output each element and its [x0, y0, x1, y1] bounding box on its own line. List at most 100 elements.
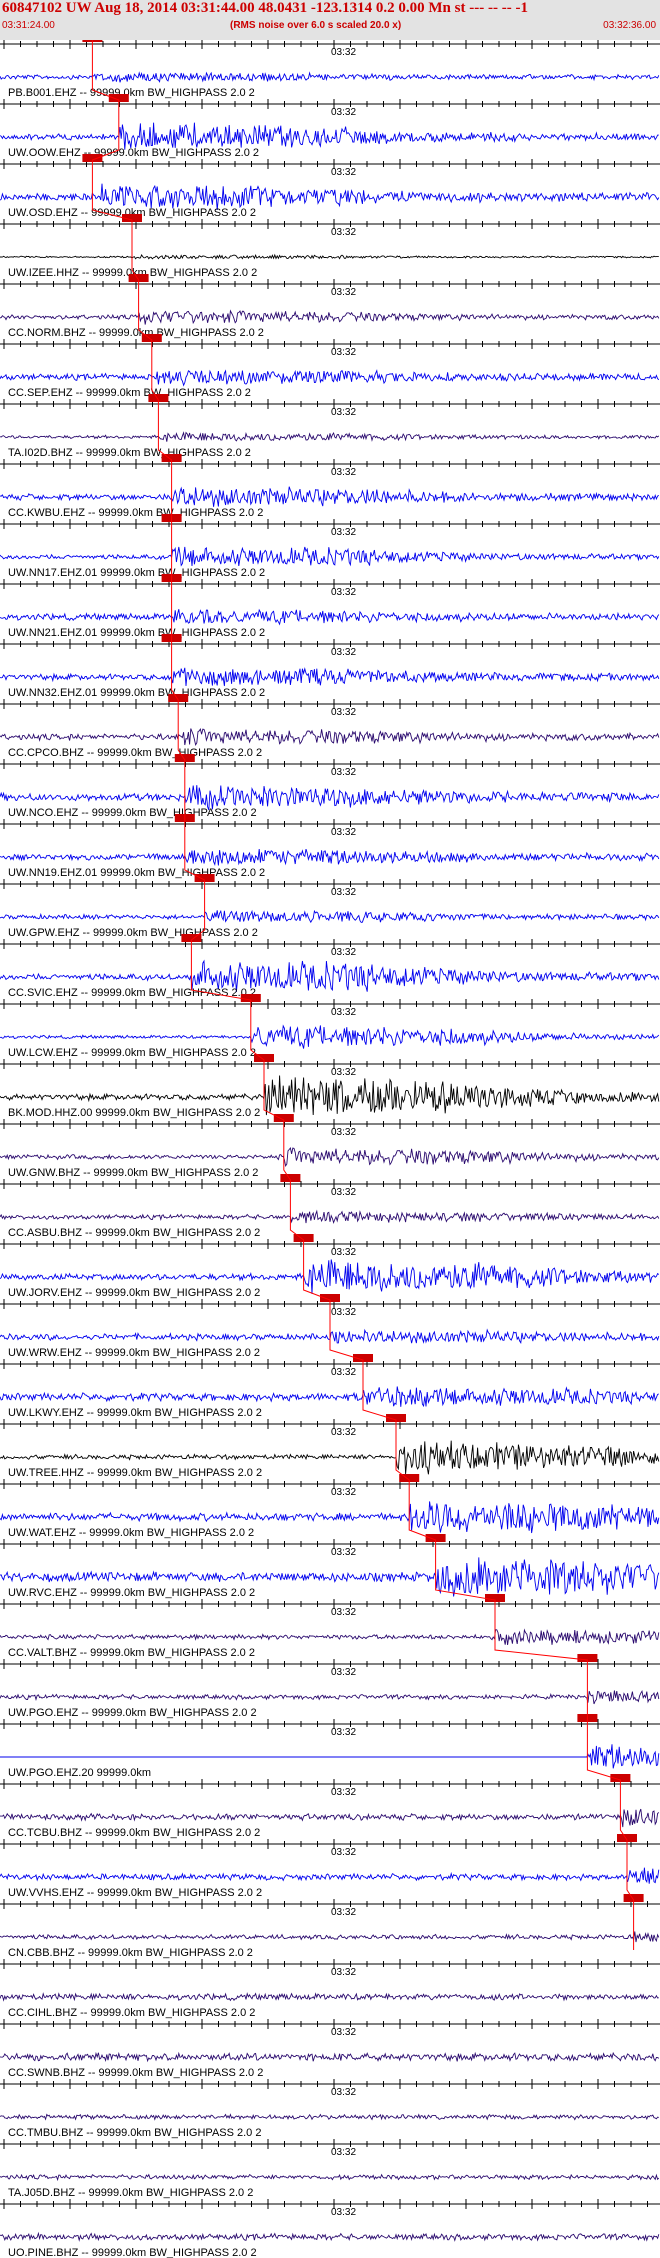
waveform — [0, 2051, 660, 2063]
scaling-note: (RMS noise over 6.0 s scaled 20.0 x) — [230, 20, 402, 31]
time-marker-label: 03:32 — [331, 1667, 356, 1678]
station-label: UO.PINE.BHZ -- 99999.0km BW_HIGHPASS 2.0… — [8, 2247, 257, 2258]
waveform — [0, 546, 660, 567]
trace-row: 03:32 CC.SWNB.BHZ -- 99999.0km BW_HIGHPAS… — [0, 2019, 660, 2079]
time-marker-label: 03:32 — [331, 167, 356, 178]
station-label: UW.NCO.EHZ -- 99999.0km BW_HIGHPASS 2.0 … — [8, 807, 257, 819]
waveform — [0, 1867, 660, 1884]
station-label: CC.KWBU.EHZ -- 99999.0km BW_HIGHPASS 2.0… — [8, 507, 263, 519]
time-marker-label: 03:32 — [331, 1307, 356, 1318]
trace-row: 03:32 UW.NN19.EHZ.01 99999.0km BW_HIGHPAS… — [0, 814, 660, 879]
trace-row: 03:32 UW.NN17.EHZ.01 99999.0km BW_HIGHPAS… — [0, 514, 660, 579]
station-label: UW.JORV.EHZ -- 99999.0km BW_HIGHPASS 2.0… — [8, 1287, 260, 1299]
waveform — [0, 727, 660, 746]
end-time-label: 03:32:36.00 — [603, 20, 656, 31]
waveform — [0, 608, 660, 626]
station-label: UW.RVC.EHZ -- 99999.0km BW_HIGHPASS 2.0 … — [8, 1587, 255, 1599]
trace-row: 03:32 UW.LKWY.EHZ -- 99999.0km BW_HIGHPAS… — [0, 1354, 660, 1419]
waveform — [0, 848, 660, 866]
trace-row: 03:32 CC.SEP.EHZ -- 99999.0km BW_HIGHPASS… — [0, 334, 660, 399]
trace-row: 03:32 BK.MOD.HHZ.00 99999.0km BW_HIGHPASS… — [0, 1054, 660, 1119]
seismogram-traces: 03:32 PB.B001.EHZ -- 99999.0km BW_HIGHPAS… — [0, 40, 660, 2258]
trace-row: 03:32 UW.RVC.EHZ -- 99999.0km BW_HIGHPASS… — [0, 1534, 660, 1599]
station-label: UW.LKWY.EHZ -- 99999.0km BW_HIGHPASS 2.0… — [8, 1407, 262, 1419]
waveform — [0, 909, 660, 924]
waveform — [0, 1628, 660, 1646]
trace-row: 03:32 UW.NCO.EHZ -- 99999.0km BW_HIGHPASS… — [0, 754, 660, 819]
station-label: UW.LCW.EHZ -- 99999.0km BW_HIGHPASS 2.0 … — [8, 1047, 256, 1059]
waveform — [0, 1209, 660, 1225]
time-marker-label: 03:32 — [331, 707, 356, 718]
station-label: UW.WRW.EHZ -- 99999.0km BW_HIGHPASS 2.0 … — [8, 1347, 260, 1359]
trace-row: 03:32 UW.JORV.EHZ -- 99999.0km BW_HIGHPAS… — [0, 1234, 660, 1299]
station-label: UW.WAT.EHZ -- 99999.0km BW_HIGHPASS 2.0 … — [8, 1527, 254, 1539]
station-label: CC.VALT.BHZ -- 99999.0km BW_HIGHPASS 2.0… — [8, 1647, 255, 1659]
trace-row: 03:32 CC.CIHL.BHZ -- 99999.0km BW_HIGHPAS… — [0, 1959, 660, 2019]
time-marker-label: 03:32 — [331, 527, 356, 538]
trace-row: 03:32 UW.GNW.BHZ -- 99999.0km BW_HIGHPASS… — [0, 1114, 660, 1179]
waveform — [0, 2231, 660, 2242]
station-label: PB.B001.EHZ -- 99999.0km BW_HIGHPASS 2.0… — [8, 87, 255, 99]
station-label: UW.NN32.EHZ.01 99999.0km BW_HIGHPASS 2.0… — [8, 687, 265, 699]
trace-row: 03:32 UW.GPW.EHZ -- 99999.0km BW_HIGHPASS… — [0, 874, 660, 939]
time-marker-label: 03:32 — [331, 1187, 356, 1198]
waveform — [0, 1146, 660, 1168]
trace-row: 03:32 UO.PINE.BHZ -- 99999.0km BW_HIGHPAS… — [0, 2199, 660, 2258]
trace-row: 03:32 UW.NN21.EHZ.01 99999.0km BW_HIGHPAS… — [0, 574, 660, 639]
time-marker-label: 03:32 — [331, 1547, 356, 1558]
station-label: UW.TREE.HHZ -- 99999.0km BW_HIGHPASS 2.0… — [8, 1467, 262, 1479]
trace-row: 03:32 CC.SVIC.EHZ -- 99999.0km BW_HIGHPAS… — [0, 934, 660, 999]
trace-row: 03:32 CC.CPCO.BHZ -- 99999.0km BW_HIGHPAS… — [0, 694, 660, 759]
station-label: CC.TCBU.BHZ -- 99999.0km BW_HIGHPASS 2.0… — [8, 1827, 260, 1839]
station-label: UW.OOW.EHZ -- 99999.0km BW_HIGHPASS 2.0 … — [8, 147, 259, 159]
time-marker-label: 03:32 — [331, 1787, 356, 1798]
station-label: CC.SEP.EHZ -- 99999.0km BW_HIGHPASS 2.0 … — [8, 387, 251, 399]
waveform — [0, 1024, 660, 1049]
waveform — [0, 253, 659, 260]
waveform — [0, 1931, 660, 1943]
time-marker-label: 03:32 — [331, 47, 356, 58]
waveform — [0, 2173, 660, 2182]
waveform — [0, 309, 660, 325]
station-label: CC.SVIC.EHZ -- 99999.0km BW_HIGHPASS 2.0… — [8, 987, 256, 999]
station-label: TA.J05D.BHZ -- 99999.0km BW_HIGHPASS 2.0… — [8, 2187, 253, 2199]
waveform — [0, 486, 660, 507]
time-marker-label: 03:32 — [331, 647, 356, 658]
trace-row: 03:32 UW.TREE.HHZ -- 99999.0km BW_HIGHPAS… — [0, 1414, 660, 1479]
trace-row: 03:32 UW.LCW.EHZ -- 99999.0km BW_HIGHPASS… — [0, 994, 660, 1059]
trace-row: 03:32 CC.TMBU.BHZ -- 99999.0km BW_HIGHPAS… — [0, 2079, 660, 2139]
waveform — [0, 1992, 659, 2002]
time-marker-label: 03:32 — [331, 1427, 356, 1438]
time-marker-label: 03:32 — [331, 887, 356, 898]
trace-row: 03:32 TA.I02D.BHZ -- 99999.0km BW_HIGHPAS… — [0, 394, 660, 459]
time-marker-label: 03:32 — [331, 107, 356, 118]
waveform — [0, 1386, 660, 1408]
station-label: CC.CPCO.BHZ -- 99999.0km BW_HIGHPASS 2.0… — [8, 747, 262, 759]
station-label: UW.NN19.EHZ.01 99999.0km BW_HIGHPASS 2.0… — [8, 867, 265, 879]
waveform — [0, 667, 660, 687]
record-header: 60847102 UW Aug 18, 2014 03:31:44.00 48.… — [0, 0, 660, 40]
trace-row: 03:32UW.OSD.EHZ -- 99999.0km BW_HIGHPASS… — [0, 154, 660, 219]
waveform — [0, 1689, 660, 1705]
time-marker-label: 03:32 — [331, 407, 356, 418]
time-marker-label: 03:32 — [331, 827, 356, 838]
station-label: UW.GPW.EHZ -- 99999.0km BW_HIGHPASS 2.0 … — [8, 927, 258, 939]
trace-row: 03:32 UW.NN32.EHZ.01 99999.0km BW_HIGHPAS… — [0, 634, 660, 699]
time-marker-label: 03:32 — [331, 1367, 356, 1378]
station-label: CN.CBB.BHZ -- 99999.0km BW_HIGHPASS 2.0 … — [8, 1947, 253, 1959]
station-label: TA.I02D.BHZ -- 99999.0km BW_HIGHPASS 2.0… — [8, 447, 251, 459]
time-marker-label: 03:32 — [331, 767, 356, 778]
waveform — [0, 71, 660, 83]
time-marker-label: 03:32 — [331, 1907, 356, 1918]
station-label: UW.GNW.BHZ -- 99999.0km BW_HIGHPASS 2.0 … — [8, 1167, 258, 1179]
station-label: CC.SWNB.BHZ -- 99999.0km BW_HIGHPASS 2.0… — [8, 2067, 263, 2079]
time-marker-label: 03:32 — [331, 2087, 356, 2098]
waveform — [0, 2113, 659, 2121]
time-marker-label: 03:32 — [331, 287, 356, 298]
trace-row: 03:32 UW.PGO.EHZ -- 99999.0km BW_HIGHPASS… — [0, 1654, 660, 1719]
station-label: BK.MOD.HHZ.00 99999.0km BW_HIGHPASS 2.0 … — [8, 1107, 260, 1119]
time-marker-label: 03:32 — [331, 2027, 356, 2038]
time-marker-label: 03:32 — [331, 1727, 356, 1738]
trace-row: 03:32 TA.J05D.BHZ -- 99999.0km BW_HIGHPAS… — [0, 2139, 660, 2199]
trace-row: 03:32 CC.KWBU.EHZ -- 99999.0km BW_HIGHPAS… — [0, 454, 660, 519]
